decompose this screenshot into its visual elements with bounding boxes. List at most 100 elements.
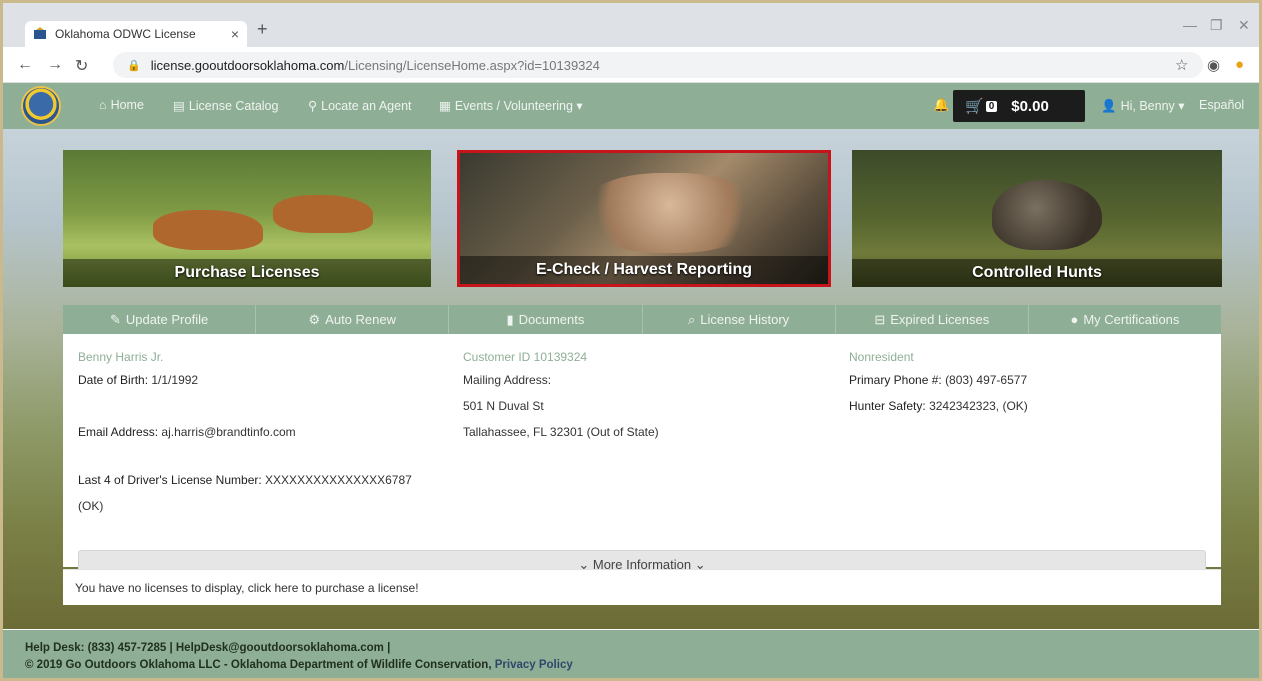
tab-auto-renew[interactable]: ⚙ Auto Renew <box>256 305 450 334</box>
address-line-2: Tallahassee, FL 32301 (Out of State) <box>463 425 659 439</box>
turkey-image <box>992 180 1102 250</box>
dob-row: Date of Birth: 1/1/1992 <box>78 373 412 387</box>
dl-value: XXXXXXXXXXXXXXX6787 <box>265 473 412 487</box>
catalog-icon: ▤ <box>173 99 185 113</box>
nav-events-label: Events / Volunteering ▾ <box>454 99 583 113</box>
back-icon[interactable]: ← <box>17 56 33 74</box>
dob-label: Date of Birth: <box>78 373 149 387</box>
favicon-icon <box>34 27 46 39</box>
odwc-logo[interactable] <box>21 86 61 126</box>
email-row: Email Address: aj.harris@brandtinfo.com <box>78 425 412 439</box>
bookmark-star-icon[interactable]: ☆ <box>1175 56 1188 74</box>
footer-copyright: © 2019 Go Outdoors Oklahoma LLC - Oklaho… <box>25 659 492 671</box>
url-host: license.gooutdoorsoklahoma.com <box>150 57 345 73</box>
map-marker-icon: ⚲ <box>308 99 318 113</box>
screenshot-frame: Oklahoma ODWC License × + — ❐ ✕ ← → ↻ 🔒 … <box>0 0 1262 681</box>
lock-icon: 🔒 <box>127 59 141 72</box>
nav-home[interactable]: ⌂ Home <box>99 98 144 112</box>
home-icon: ⌂ <box>99 98 107 112</box>
residency-status: Nonresident <box>849 350 914 364</box>
phone-value: (803) 497-6577 <box>945 373 1028 387</box>
hand-phone-image <box>580 173 760 253</box>
minimize-icon[interactable]: — <box>1183 17 1197 33</box>
tab-title: Oklahoma ODWC License <box>55 27 196 41</box>
forward-icon[interactable]: → <box>47 56 63 74</box>
deer-image-2 <box>273 195 373 233</box>
bell-icon[interactable]: 🔔 <box>933 97 949 113</box>
tile-purchase-licenses[interactable]: Purchase Licenses <box>63 150 431 287</box>
tile-hunts-label: Controlled Hunts <box>852 259 1222 287</box>
extension-icon[interactable]: ● <box>1235 56 1244 73</box>
customer-info-panel: Benny Harris Jr. Date of Birth: 1/1/1992… <box>63 334 1221 580</box>
tab-label: Auto Renew <box>325 312 396 327</box>
footer-helpdesk: Help Desk: (833) 457-7285 | HelpDesk@goo… <box>25 642 391 654</box>
reload-icon[interactable]: ↻ <box>75 56 88 76</box>
tile-purchase-label: Purchase Licenses <box>63 259 431 287</box>
close-window-icon[interactable]: ✕ <box>1238 17 1250 34</box>
url-input[interactable]: 🔒 license.gooutdoorsoklahoma.com/Licensi… <box>113 52 1203 78</box>
customer-id: Customer ID 10139324 <box>463 350 588 364</box>
user-icon: 👤 <box>1101 99 1117 113</box>
email-label: Email Address: <box>78 425 159 439</box>
dl-label: Last 4 of Driver's License Number: <box>78 473 262 487</box>
restore-icon[interactable]: ❐ <box>1210 17 1223 34</box>
nav-license-catalog[interactable]: ▤ License Catalog <box>173 98 278 113</box>
tab-documents[interactable]: ▮ Documents <box>449 305 643 334</box>
dl-row: Last 4 of Driver's License Number: XXXXX… <box>78 473 412 487</box>
safety-value: 3242342323, (OK) <box>929 399 1028 413</box>
tab-my-certifications[interactable]: ● My Certifications <box>1029 305 1221 334</box>
browser-tab-strip: Oklahoma ODWC License × + — ❐ ✕ <box>3 3 1259 47</box>
dob-value: 1/1/1992 <box>151 373 199 387</box>
edit-icon: ✎ <box>109 312 121 327</box>
phone-row: Primary Phone #: (803) 497-6577 <box>849 373 1028 387</box>
calendar-icon: ▦ <box>439 99 451 113</box>
tab-expired-licenses[interactable]: ⊟ Expired Licenses <box>836 305 1029 334</box>
nav-agent-label: Locate an Agent <box>321 99 412 113</box>
safety-label: Hunter Safety: <box>849 399 926 413</box>
tab-close-icon[interactable]: × <box>231 26 239 42</box>
dl-state: (OK) <box>78 499 104 513</box>
tab-label: Expired Licenses <box>890 312 990 327</box>
tab-label: License History <box>700 312 790 327</box>
new-tab-button[interactable]: + <box>257 19 268 40</box>
user-menu-label: Hi, Benny ▾ <box>1120 99 1185 113</box>
tab-label: Update Profile <box>125 312 209 327</box>
customer-name: Benny Harris Jr. <box>78 350 164 364</box>
address-line-1: 501 N Duval St <box>463 399 544 413</box>
mailing-label: Mailing Address: <box>463 373 552 387</box>
cart-button[interactable]: 🛒 0 $0.00 <box>953 90 1085 122</box>
site-navbar: ⌂ Home ▤ License Catalog ⚲ Locate an Agent … <box>3 83 1259 129</box>
tab-update-profile[interactable]: ✎ Update Profile <box>63 305 257 334</box>
profile-tab-bar: ✎ Update Profile ⚙ Auto Renew ▮ Documents ⌕… <box>63 305 1221 334</box>
nav-events-dropdown[interactable]: ▦ Events / Volunteering ▾ <box>439 98 583 113</box>
language-toggle[interactable]: Español <box>1199 98 1244 112</box>
search-icon: ⌕ <box>688 312 696 327</box>
customer-info-col-2: Customer ID 10139324 Mailing Address: 50… <box>463 350 659 451</box>
tile-controlled-hunts[interactable]: Controlled Hunts <box>852 150 1222 287</box>
profile-avatar-icon[interactable]: ◉ <box>1207 56 1220 74</box>
gear-icon: ⚙ <box>308 312 321 327</box>
hunter-safety-row: Hunter Safety: 3242342323, (OK) <box>849 399 1028 413</box>
certificate-icon: ● <box>1070 312 1079 327</box>
phone-label: Primary Phone #: <box>849 373 942 387</box>
minus-square-icon: ⊟ <box>874 312 886 327</box>
email-value: aj.harris@brandtinfo.com <box>161 425 296 439</box>
cart-total: $0.00 <box>1011 97 1049 115</box>
footer-copyright-row: © 2019 Go Outdoors Oklahoma LLC - Oklaho… <box>25 657 1259 674</box>
privacy-policy-link[interactable]: Privacy Policy <box>495 659 573 671</box>
tile-echeck-harvest[interactable]: E-Check / Harvest Reporting <box>457 150 831 287</box>
deer-image <box>153 210 263 250</box>
no-licenses-message[interactable]: You have no licenses to display, click h… <box>63 569 1221 605</box>
cart-icon: 🛒 <box>965 98 984 115</box>
tab-label: Documents <box>518 312 585 327</box>
url-path: /Licensing/LicenseHome.aspx?id=10139324 <box>344 57 600 73</box>
cart-count-badge: 0 <box>985 100 998 112</box>
customer-info-col-1: Benny Harris Jr. Date of Birth: 1/1/1992… <box>78 350 412 525</box>
tile-echeck-label: E-Check / Harvest Reporting <box>460 256 828 284</box>
browser-tab[interactable]: Oklahoma ODWC License × <box>25 21 247 47</box>
user-menu-dropdown[interactable]: 👤 Hi, Benny ▾ <box>1101 98 1185 114</box>
document-icon: ▮ <box>506 312 514 327</box>
tab-label: My Certifications <box>1083 312 1180 327</box>
nav-locate-agent[interactable]: ⚲ Locate an Agent <box>308 98 412 113</box>
tab-license-history[interactable]: ⌕ License History <box>643 305 836 334</box>
